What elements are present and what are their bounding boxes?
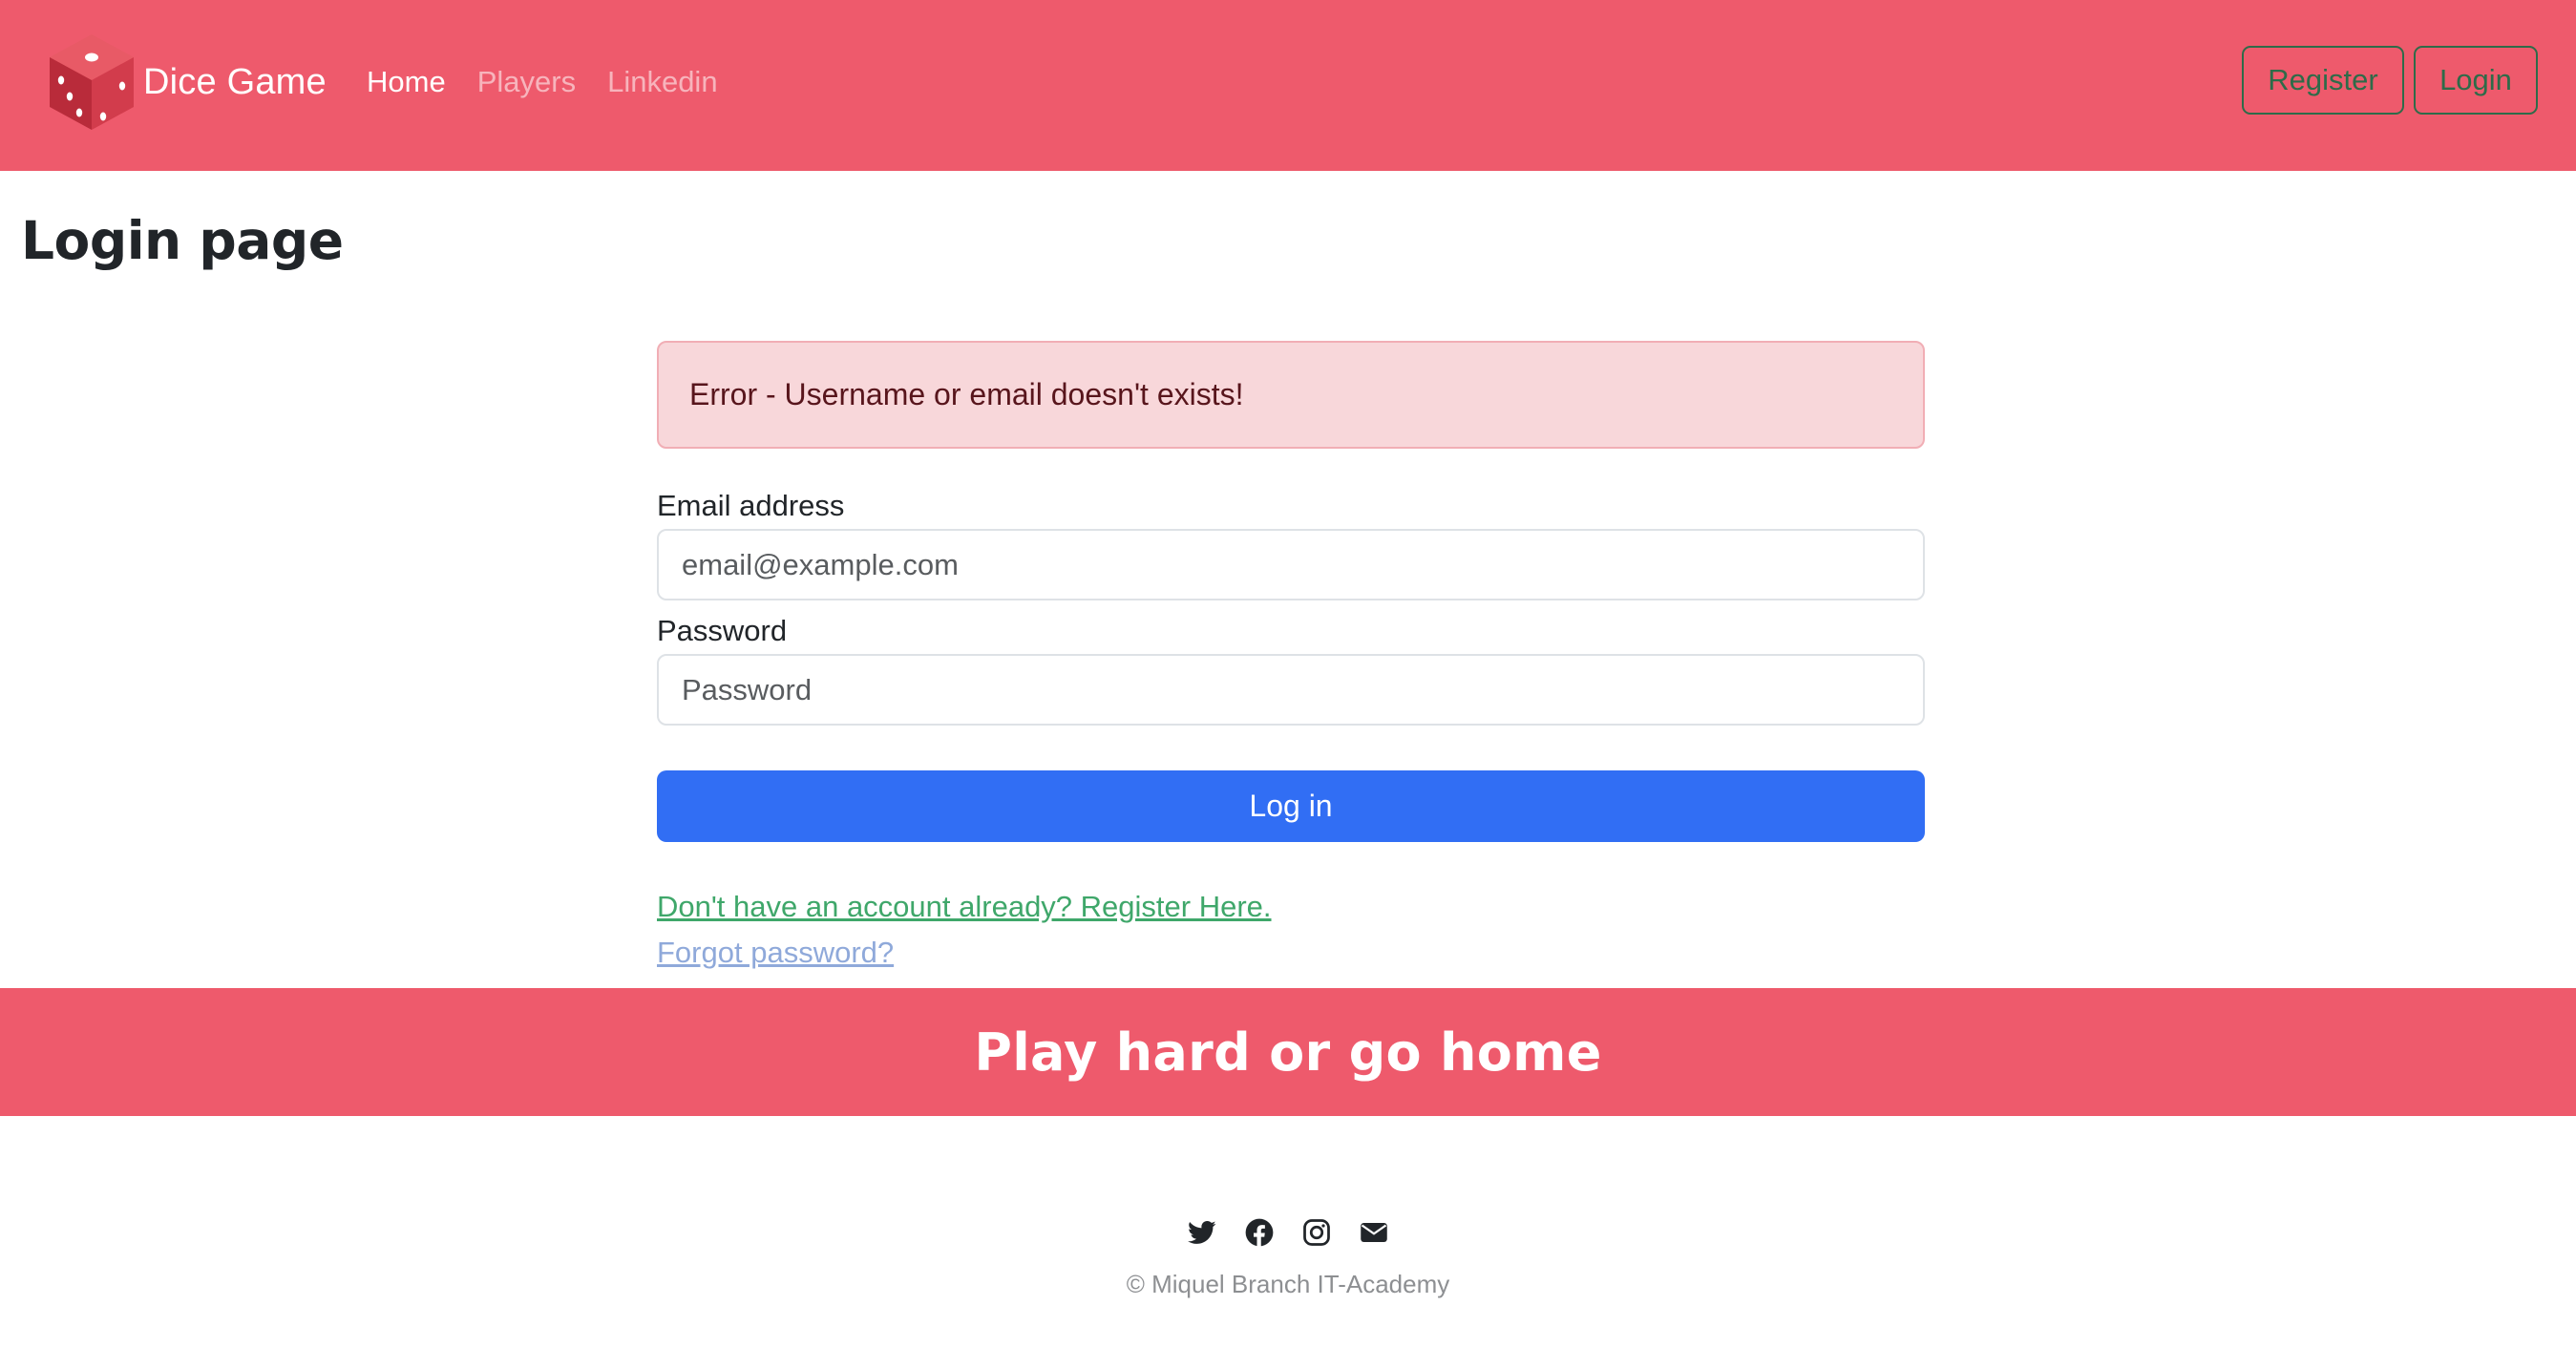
nav-link-linkedin[interactable]: Linkedin: [607, 61, 717, 103]
login-submit-button[interactable]: Log in: [657, 770, 1925, 842]
dice-logo-icon: [50, 34, 134, 130]
main-nav: Home Players Linkedin: [367, 61, 750, 103]
auth-buttons: Register Login: [2242, 46, 2538, 115]
slogan-banner: Play hard or go home: [0, 988, 2576, 1116]
error-alert: Error - Username or email doesn't exists…: [657, 341, 1925, 449]
password-field[interactable]: [657, 654, 1925, 726]
facebook-icon[interactable]: [1245, 1218, 1274, 1247]
register-button[interactable]: Register: [2242, 46, 2404, 115]
instagram-icon[interactable]: [1302, 1218, 1331, 1247]
forgot-password-link[interactable]: Forgot password?: [657, 930, 1925, 976]
register-link[interactable]: Don't have an account already? Register …: [657, 884, 1925, 930]
copyright-text: © Miquel Branch IT-Academy: [1126, 1270, 1450, 1298]
slogan-text: Play hard or go home: [974, 1022, 1602, 1083]
email-field[interactable]: [657, 529, 1925, 600]
brand-name: Dice Game: [143, 61, 327, 102]
login-button[interactable]: Login: [2414, 46, 2538, 115]
email-label: Email address: [657, 489, 845, 522]
page-title: Login page: [21, 210, 344, 271]
envelope-icon[interactable]: [1360, 1218, 1388, 1247]
nav-link-players[interactable]: Players: [477, 61, 576, 103]
nav-link-home[interactable]: Home: [367, 61, 446, 103]
social-links: [0, 1218, 2576, 1247]
navbar: Dice Game Home Players Linkedin Register…: [0, 0, 2576, 171]
login-form: Error - Username or email doesn't exists…: [657, 341, 1925, 976]
password-label: Password: [657, 614, 788, 647]
brand-link[interactable]: Dice Game: [50, 34, 327, 130]
twitter-icon[interactable]: [1188, 1218, 1216, 1247]
